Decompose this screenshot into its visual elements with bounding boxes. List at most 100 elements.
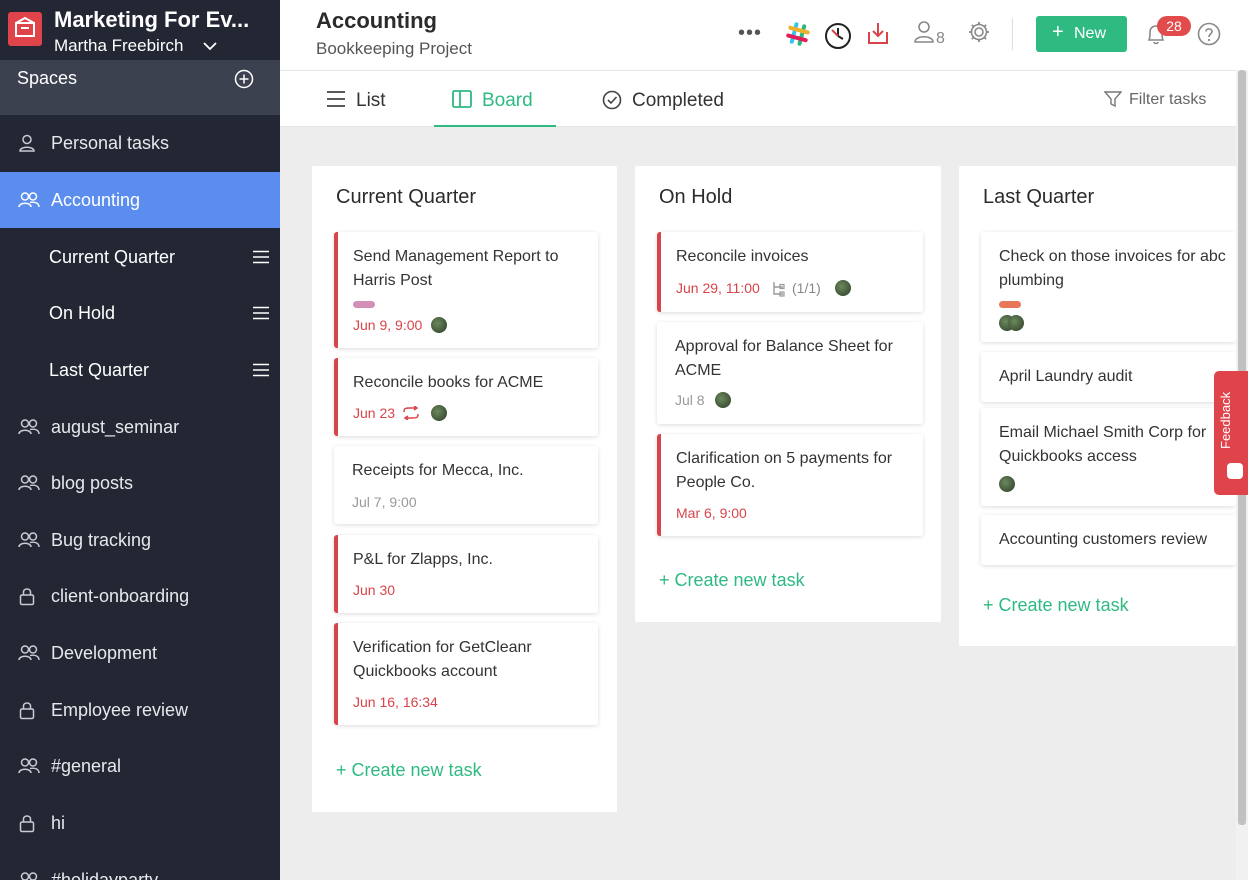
task-title: Approval for Balance Sheet for ACME	[675, 338, 893, 379]
active-tab-indicator	[434, 125, 556, 127]
task-title: Check on those invoices for abc plumbing	[999, 248, 1226, 289]
chevron-down-icon[interactable]	[202, 40, 218, 52]
view-tabs: List Board Completed Filter tasks	[280, 70, 1236, 127]
sidebar-item-last-quarter[interactable]: Last Quarter	[0, 342, 280, 398]
task-card[interactable]: Check on those invoices for abc plumbing	[981, 232, 1236, 342]
sidebar-item-general[interactable]: #general	[0, 738, 280, 794]
sidebar-item-personal-tasks[interactable]: Personal tasks	[0, 115, 280, 171]
help-icon[interactable]	[1197, 22, 1221, 46]
sidebar-item-holidayparty[interactable]: #holidayparty	[0, 852, 280, 880]
tab-list[interactable]: List	[326, 71, 416, 127]
sidebar-item-blog-posts[interactable]: blog posts	[0, 455, 280, 511]
task-card[interactable]: Clarification on 5 payments for People C…	[657, 434, 923, 536]
feedback-button[interactable]: Feedback	[1214, 371, 1248, 495]
workspace-name: Marketing For Ev...	[54, 7, 250, 32]
subtask-icon	[773, 282, 785, 297]
task-card[interactable]: Reconcile invoices Jun 29, 11:00 (1/1)	[657, 232, 923, 312]
sidebar-item-employee-review[interactable]: Employee review	[0, 682, 280, 738]
sidebar: Marketing For Ev... Martha Freebirch Spa…	[0, 0, 280, 880]
sidebar-item-accounting[interactable]: Accounting	[0, 172, 280, 228]
sidebar-item-label: Employee review	[51, 700, 189, 720]
task-card[interactable]: Reconcile books for ACME Jun 23	[334, 358, 598, 436]
notification-badge: 28	[1157, 16, 1191, 36]
task-due-date: Jun 30	[353, 582, 396, 598]
tab-label: Board	[482, 90, 533, 111]
sidebar-item-label: blog posts	[51, 473, 134, 493]
smile-icon	[1227, 463, 1243, 479]
sidebar-item-label: client-onboarding	[51, 586, 190, 606]
members-icon[interactable]	[913, 20, 935, 44]
menu-icon[interactable]	[252, 250, 270, 264]
task-card[interactable]: Verification for GetCleanr Quickbooks ac…	[334, 623, 598, 725]
people-icon	[18, 758, 40, 774]
task-card[interactable]: Approval for Balance Sheet for ACME Jul …	[657, 322, 923, 424]
column-title: Current Quarter	[336, 186, 477, 208]
board-column-current-quarter: Current Quarter Send Management Report t…	[312, 166, 617, 812]
sidebar-item-development[interactable]: Development	[0, 625, 280, 681]
board-column-on-hold: On Hold Reconcile invoices Jun 29, 11:00…	[635, 166, 941, 622]
slack-icon[interactable]	[784, 20, 812, 48]
download-icon[interactable]	[866, 20, 890, 46]
new-button[interactable]: + New	[1036, 16, 1127, 52]
sidebar-item-client-onboarding[interactable]: client-onboarding	[0, 568, 280, 624]
sidebar-item-bug-tracking[interactable]: Bug tracking	[0, 512, 280, 568]
task-card[interactable]: Receipts for Mecca, Inc. Jul 7, 9:00	[334, 446, 598, 524]
page-subtitle: Bookkeeping Project	[316, 39, 472, 58]
avatar	[999, 476, 1015, 492]
people-icon	[18, 475, 40, 491]
task-card[interactable]: Send Management Report to Harris Post Ju…	[334, 232, 598, 348]
sidebar-item-label: #holidayparty	[51, 870, 159, 880]
task-card[interactable]: April Laundry audit	[981, 352, 1236, 402]
menu-icon[interactable]	[252, 306, 270, 320]
sidebar-item-current-quarter[interactable]: Current Quarter	[0, 229, 280, 285]
column-title: On Hold	[659, 186, 733, 208]
list-icon	[327, 91, 345, 107]
sidebar-item-label: Personal tasks	[51, 133, 170, 153]
people-icon	[18, 532, 40, 548]
create-new-task-link[interactable]: + Create new task	[336, 760, 482, 781]
more-options-icon[interactable]: •••	[738, 22, 762, 45]
sidebar-item-label: Accounting	[51, 190, 141, 210]
add-space-icon[interactable]	[234, 69, 254, 89]
menu-icon[interactable]	[252, 363, 270, 377]
workspace-header[interactable]: Marketing For Ev... Martha Freebirch	[0, 0, 280, 60]
workspace-user: Martha Freebirch	[54, 36, 184, 55]
tab-board[interactable]: Board	[452, 71, 556, 127]
tab-label: Completed	[632, 90, 724, 111]
task-card[interactable]: Accounting customers review	[981, 515, 1236, 565]
avatar	[431, 317, 447, 333]
person-icon	[19, 134, 35, 152]
page-title: Accounting	[316, 8, 437, 33]
sidebar-item-august-seminar[interactable]: august_seminar	[0, 399, 280, 455]
gear-icon[interactable]	[967, 20, 991, 44]
task-title: Verification for GetCleanr Quickbooks ac…	[353, 639, 532, 680]
timer-icon[interactable]	[823, 20, 853, 50]
workspace-logo	[8, 12, 42, 46]
create-new-task-link[interactable]: + Create new task	[983, 595, 1129, 616]
sidebar-item-label: Development	[51, 643, 158, 663]
sidebar-item-hi[interactable]: hi	[0, 795, 280, 851]
repeat-icon	[403, 406, 419, 420]
task-due-date: Jun 29, 11:00	[676, 280, 760, 296]
lock-icon	[19, 702, 35, 720]
task-title: P&L for Zlapps, Inc.	[353, 551, 493, 568]
people-icon	[18, 419, 40, 435]
board-column-last-quarter: Last Quarter Check on those invoices for…	[959, 166, 1236, 646]
task-due-date: Jun 16, 16:34	[353, 694, 438, 710]
subtask-count: (1/1)	[792, 280, 821, 296]
sidebar-item-on-hold[interactable]: On Hold	[0, 285, 280, 341]
create-new-task-link[interactable]: + Create new task	[659, 570, 805, 591]
tab-completed[interactable]: Completed	[602, 71, 742, 127]
board-icon	[452, 90, 472, 108]
sidebar-item-label: august_seminar	[51, 417, 180, 437]
sidebar-item-label: hi	[51, 813, 66, 833]
plus-icon: +	[1052, 21, 1064, 43]
task-card[interactable]: P&L for Zlapps, Inc. Jun 30	[334, 535, 598, 613]
avatar	[835, 280, 851, 296]
lock-icon	[19, 815, 35, 833]
feedback-label: Feedback	[1218, 391, 1233, 449]
task-title: Receipts for Mecca, Inc.	[352, 462, 524, 479]
task-card[interactable]: Email Michael Smith Corp for Quickbooks …	[981, 408, 1236, 506]
people-icon	[18, 645, 40, 661]
task-due-date: Mar 6, 9:00	[676, 505, 747, 521]
